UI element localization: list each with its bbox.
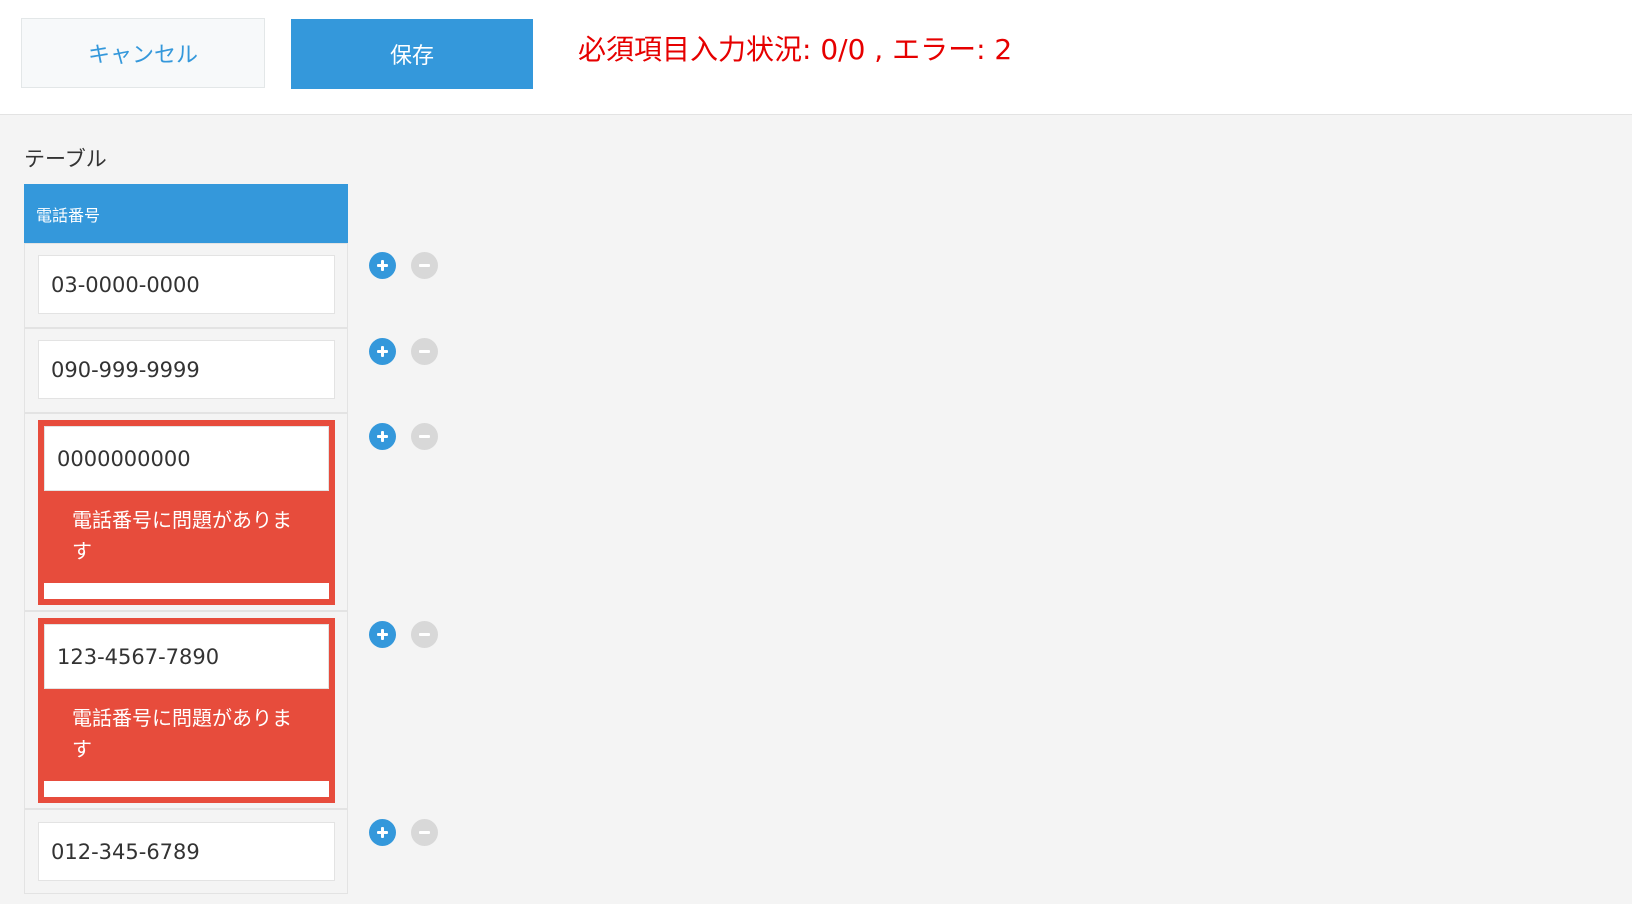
table-row: 090-999-9999 [24,328,348,413]
validation-status: 必須項目入力状況: 0/0 , エラー: 2 [578,33,1013,66]
phone-input[interactable]: 090-999-9999 [38,340,335,399]
phone-input[interactable]: 123-4567-7890 [44,624,329,689]
column-header-phone: 電話番号 [24,184,348,243]
minus-circle-icon[interactable] [411,423,438,450]
minus-circle-icon[interactable] [411,621,438,648]
table-row: 03-0000-0000 [24,243,348,328]
toolbar: キャンセル 保存 必須項目入力状況: 0/0 , エラー: 2 [0,0,1632,115]
plus-circle-icon[interactable] [369,252,396,279]
table-row: 0000000000 電話番号に問題があります [24,413,348,611]
error-field: 0000000000 電話番号に問題があります [38,420,335,605]
error-message: 電話番号に問題があります [72,508,292,563]
error-field-bottom [44,583,329,599]
error-field-bottom [44,781,329,797]
minus-circle-icon[interactable] [411,252,438,279]
cancel-button[interactable]: キャンセル [21,18,265,88]
save-button[interactable]: 保存 [291,19,533,89]
table-row: 123-4567-7890 電話番号に問題があります [24,611,348,809]
table-label: テーブル [24,147,107,171]
error-message: 電話番号に問題があります [72,706,292,761]
table-row: 012-345-6789 [24,809,348,894]
phone-input[interactable]: 03-0000-0000 [38,255,335,314]
minus-circle-icon[interactable] [411,338,438,365]
plus-circle-icon[interactable] [369,621,396,648]
error-field: 123-4567-7890 電話番号に問題があります [38,618,335,803]
minus-circle-icon[interactable] [411,819,438,846]
plus-circle-icon[interactable] [369,338,396,365]
phone-input[interactable]: 0000000000 [44,426,329,491]
plus-circle-icon[interactable] [369,423,396,450]
plus-circle-icon[interactable] [369,819,396,846]
phone-input[interactable]: 012-345-6789 [38,822,335,881]
